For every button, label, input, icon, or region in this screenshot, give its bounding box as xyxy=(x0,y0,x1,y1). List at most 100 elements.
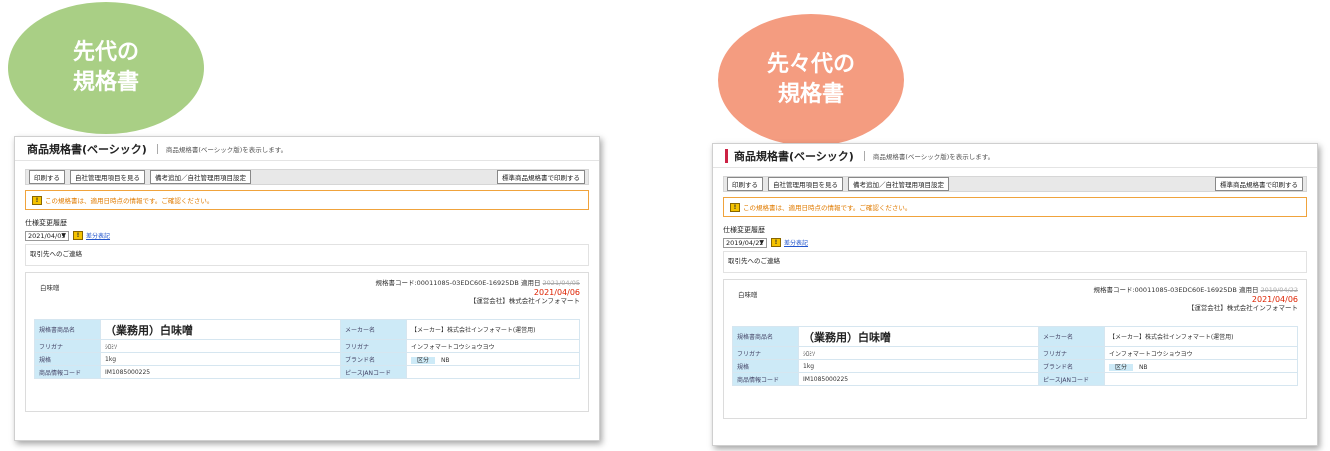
apply-date: 2021/04/06 xyxy=(533,288,580,297)
add-notes-button[interactable]: 備考追加／自社管理用項目設定 xyxy=(150,170,251,184)
warning-icon: ! xyxy=(771,238,781,247)
kubun-value: NB xyxy=(1138,363,1148,371)
title-accent-bar xyxy=(725,148,728,163)
table-row: 商品情報コード IM1085000225 ピースJANコード xyxy=(732,372,1298,386)
product-kind: 白味噌 xyxy=(40,284,60,292)
piece-jan-value xyxy=(1104,372,1298,386)
warning-icon: ! xyxy=(73,231,83,240)
warning-icon: ! xyxy=(32,195,42,205)
piece-jan-label: ピースJANコード xyxy=(340,365,407,379)
info-code-value: IM1085000225 xyxy=(798,372,1039,386)
kubun-label: 区分 xyxy=(1109,363,1134,371)
history-label: 仕様変更履歴 xyxy=(723,226,765,234)
bubble-line-1: 先々代の xyxy=(766,52,855,77)
name-label: 規格書商品名 xyxy=(34,319,101,340)
brand-label: ブランド名 xyxy=(340,352,407,366)
previous-version-bubble: 先代の 規格書 xyxy=(8,2,204,134)
history-date-select[interactable]: 2019/04/22 ▼ xyxy=(723,237,767,248)
notice-banner: ! この規格書は、適用日時点の情報です。ご確認ください。 xyxy=(723,197,1307,217)
furigana-value: ｼﾛﾐｿ xyxy=(798,346,1039,360)
maker-furigana-label: フリガナ xyxy=(340,339,407,353)
history-row: 2021/04/05 ▼ ! 差分表記 xyxy=(25,230,599,241)
maker-label: メーカー名 xyxy=(1038,326,1105,347)
warning-icon: ! xyxy=(730,202,740,212)
product-panel: 白味噌 規格書コード:00011085-03EDC60E-16925DB 適用日… xyxy=(723,279,1307,419)
spec-value: 1kg xyxy=(798,359,1039,373)
spec-code: 規格書コード:00011085-03EDC60E-16925DB xyxy=(375,279,519,287)
view-own-items-button[interactable]: 自社管理用項目を見る xyxy=(70,170,145,184)
print-standard-button[interactable]: 標準商品規格書で印刷する xyxy=(497,170,585,184)
furigana-label: フリガナ xyxy=(34,339,101,353)
old-apply-date: 2019/04/22 xyxy=(1260,286,1298,294)
page-title: 商品規格書(ベーシック) xyxy=(734,149,854,163)
bubble-line-2: 規格書 xyxy=(777,82,844,107)
furigana-label: フリガナ xyxy=(732,346,799,360)
apply-label: 適用日 xyxy=(1238,286,1259,294)
product-name: （業務用）白味噌 xyxy=(100,319,341,340)
comparison-slide: 先代の 規格書 先々代の 規格書 商品規格書(ベーシック) 商品規格書(ベーシッ… xyxy=(0,0,1330,451)
brand-label: ブランド名 xyxy=(1038,359,1105,373)
table-row: 規格 1kg ブランド名 区分 NB xyxy=(34,352,580,366)
chevron-down-icon: ▼ xyxy=(759,238,764,246)
selected-date: 2021/04/05 xyxy=(28,231,66,240)
info-code-value: IM1085000225 xyxy=(100,365,341,379)
add-notes-button[interactable]: 備考追加／自社管理用項目設定 xyxy=(848,177,949,191)
product-meta: 規格書コード:00011085-03EDC60E-16925DB 適用日 201… xyxy=(1093,286,1298,320)
piece-jan-value xyxy=(406,365,580,379)
product-header: 白味噌 規格書コード:00011085-03EDC60E-16925DB 適用日… xyxy=(34,279,580,313)
company-name: 【運営会社】株式会社インフォマート xyxy=(469,297,580,305)
print-standard-button[interactable]: 標準商品規格書で印刷する xyxy=(1215,177,1303,191)
kubun-value: NB xyxy=(440,356,450,364)
notice-text: この規格書は、適用日時点の情報です。ご確認ください。 xyxy=(45,197,214,205)
spec-label: 規格 xyxy=(34,352,101,366)
piece-jan-label: ピースJANコード xyxy=(1038,372,1105,386)
table-row: フリガナ ｼﾛﾐｿ フリガナ インフォマートコウショウヨウ xyxy=(732,346,1298,360)
maker-value: 【メーカー】株式会社インフォマート(運営用) xyxy=(1104,326,1298,347)
spec-table: 規格書商品名 （業務用）白味噌 メーカー名 【メーカー】株式会社インフォマート(… xyxy=(732,326,1298,386)
chevron-down-icon: ▼ xyxy=(61,231,66,239)
print-button[interactable]: 印刷する xyxy=(727,177,763,191)
table-row: 規格書商品名 （業務用）白味噌 メーカー名 【メーカー】株式会社インフォマート(… xyxy=(34,319,580,340)
spec-label: 規格 xyxy=(732,359,799,373)
diff-link[interactable]: 差分表記 xyxy=(784,238,808,247)
selected-date: 2019/04/22 xyxy=(726,238,764,247)
page-title: 商品規格書(ベーシック) xyxy=(27,142,147,156)
bubble-line-1: 先代の xyxy=(72,40,139,65)
product-panel: 白味噌 規格書コード:00011085-03EDC60E-16925DB 適用日… xyxy=(25,272,589,412)
company-name: 【運営会社】株式会社インフォマート xyxy=(1187,304,1298,312)
contact-box: 取引先へのご連絡 xyxy=(25,244,589,266)
spec-code: 規格書コード:00011085-03EDC60E-16925DB xyxy=(1093,286,1237,294)
page-header: 商品規格書(ベーシック) 商品規格書(ベーシック版)を表示します。 xyxy=(15,137,599,161)
product-header: 白味噌 規格書コード:00011085-03EDC60E-16925DB 適用日… xyxy=(732,286,1298,320)
page-header: 商品規格書(ベーシック) 商品規格書(ベーシック版)を表示します。 xyxy=(713,144,1317,168)
info-code-label: 商品情報コード xyxy=(34,365,101,379)
toolbar: 印刷する 自社管理用項目を見る 備考追加／自社管理用項目設定 標準商品規格書で印… xyxy=(25,169,589,185)
toolbar: 印刷する 自社管理用項目を見る 備考追加／自社管理用項目設定 標準商品規格書で印… xyxy=(723,176,1307,192)
print-button[interactable]: 印刷する xyxy=(29,170,65,184)
furigana-value: ｼﾛﾐｿ xyxy=(100,339,341,353)
page-description: 商品規格書(ベーシック版)を表示します。 xyxy=(156,143,287,154)
table-row: 商品情報コード IM1085000225 ピースJANコード xyxy=(34,365,580,379)
history-row: 2019/04/22 ▼ ! 差分表記 xyxy=(723,237,1317,248)
view-own-items-button[interactable]: 自社管理用項目を見る xyxy=(768,177,843,191)
two-versions-ago-bubble: 先々代の 規格書 xyxy=(718,14,904,146)
product-name: （業務用）白味噌 xyxy=(798,326,1039,347)
maker-furigana-value: インフォマートコウショウヨウ xyxy=(406,339,580,353)
diff-link[interactable]: 差分表記 xyxy=(86,231,110,240)
table-row: フリガナ ｼﾛﾐｿ フリガナ インフォマートコウショウヨウ xyxy=(34,339,580,353)
notice-banner: ! この規格書は、適用日時点の情報です。ご確認ください。 xyxy=(25,190,589,210)
notice-text: この規格書は、適用日時点の情報です。ご確認ください。 xyxy=(743,204,912,212)
maker-value: 【メーカー】株式会社インフォマート(運営用) xyxy=(406,319,580,340)
product-meta: 規格書コード:00011085-03EDC60E-16925DB 適用日 202… xyxy=(375,279,580,313)
maker-furigana-label: フリガナ xyxy=(1038,346,1105,360)
spec-value: 1kg xyxy=(100,352,341,366)
maker-furigana-value: インフォマートコウショウヨウ xyxy=(1104,346,1298,360)
contact-box: 取引先へのご連絡 xyxy=(723,251,1307,273)
apply-date: 2021/04/06 xyxy=(1251,295,1298,304)
table-row: 規格書商品名 （業務用）白味噌 メーカー名 【メーカー】株式会社インフォマート(… xyxy=(732,326,1298,347)
contact-label: 取引先へのご連絡 xyxy=(30,250,82,258)
spec-table: 規格書商品名 （業務用）白味噌 メーカー名 【メーカー】株式会社インフォマート(… xyxy=(34,319,580,379)
name-label: 規格書商品名 xyxy=(732,326,799,347)
history-date-select[interactable]: 2021/04/05 ▼ xyxy=(25,230,69,241)
old-apply-date: 2021/04/05 xyxy=(542,279,580,287)
